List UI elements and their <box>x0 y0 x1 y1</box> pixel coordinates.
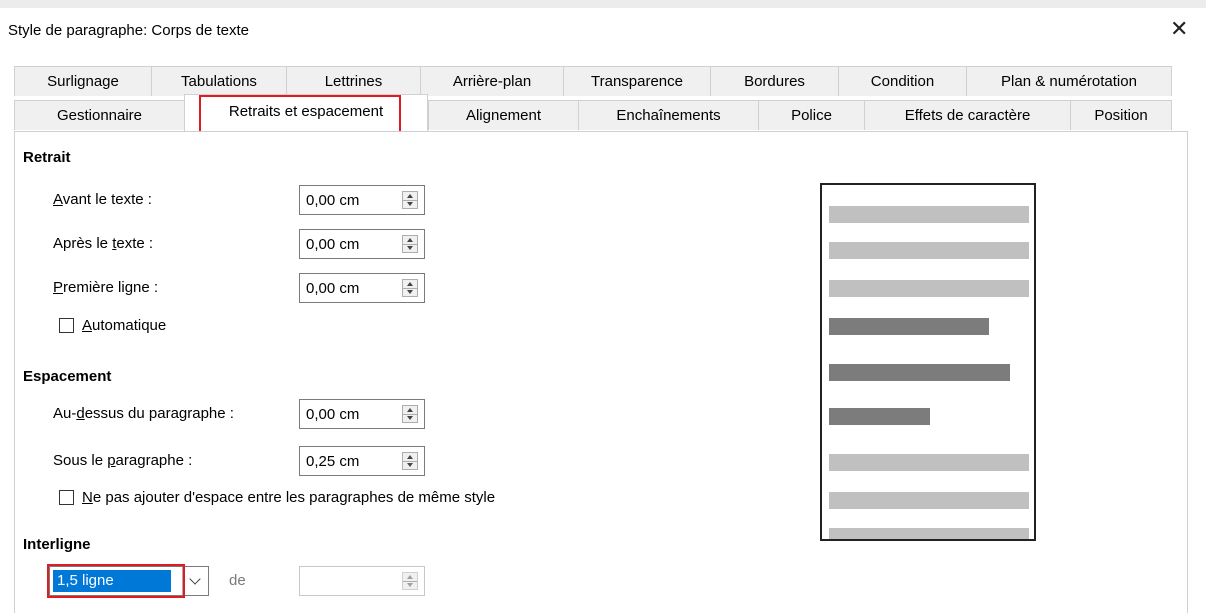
spin-buttons[interactable] <box>402 191 418 209</box>
window-top-strip <box>0 0 1206 8</box>
tab-arriere-plan[interactable]: Arrière-plan <box>420 66 563 96</box>
au-dessus-spinbox[interactable]: 0,00 cm <box>299 399 425 429</box>
label-automatique: Automatique <box>82 317 167 334</box>
interligne-de-spinbox[interactable] <box>299 566 425 596</box>
dropdown-button[interactable] <box>182 567 208 595</box>
label-apres-le-texte: Après le texte : <box>53 235 154 252</box>
interligne-highlight <box>47 564 185 598</box>
chevron-down-icon <box>189 573 201 585</box>
spin-down-icon[interactable] <box>407 290 413 294</box>
spin-up-icon[interactable] <box>407 194 413 198</box>
preview-line-next <box>829 528 1029 539</box>
label-sous-le-paragraphe: Sous le paragraphe : <box>53 452 193 469</box>
spin-up-icon[interactable] <box>407 455 413 459</box>
tab-gestionnaire[interactable]: Gestionnaire <box>14 100 184 130</box>
tab-enchainements[interactable]: Enchaînements <box>578 100 758 130</box>
tab-transparence[interactable]: Transparence <box>563 66 710 96</box>
spin-buttons[interactable] <box>402 452 418 470</box>
tab-lettrines[interactable]: Lettrines <box>286 66 420 96</box>
au-dessus-value: 0,00 cm <box>306 406 360 423</box>
tab-position[interactable]: Position <box>1070 100 1172 130</box>
tab-tabulations[interactable]: Tabulations <box>151 66 286 96</box>
preview-line-next <box>829 454 1029 471</box>
close-icon[interactable]: ✕ <box>1170 16 1188 42</box>
preview-line-current <box>829 408 930 425</box>
label-au-dessus-du-paragraphe: Au-dessus du paragraphe : <box>53 405 234 422</box>
spin-down-icon[interactable] <box>407 463 413 467</box>
tab-condition[interactable]: Condition <box>838 66 966 96</box>
sous-le-paragraphe-spinbox[interactable]: 0,25 cm <box>299 446 425 476</box>
preview-line-next <box>829 492 1029 509</box>
spin-up-icon[interactable] <box>407 282 413 286</box>
spin-buttons[interactable] <box>402 279 418 297</box>
apres-le-texte-spinbox[interactable]: 0,00 cm <box>299 229 425 259</box>
spin-up-icon[interactable] <box>407 408 413 412</box>
preview-line-current <box>829 318 989 335</box>
section-heading-interligne: Interligne <box>23 536 91 553</box>
section-heading-retrait: Retrait <box>23 149 71 166</box>
label-avant-le-texte: Avant le texte : <box>53 191 152 208</box>
apres-le-texte-value: 0,00 cm <box>306 236 360 253</box>
spin-down-icon[interactable] <box>407 246 413 250</box>
sous-le-paragraphe-value: 0,25 cm <box>306 453 360 470</box>
label-premiere-ligne: Première ligne : <box>53 279 159 296</box>
label-ne-pas-ajouter: Ne pas ajouter d'espace entre les paragr… <box>82 489 496 506</box>
preview-line-prev <box>829 280 1029 297</box>
spin-down-icon[interactable] <box>407 416 413 420</box>
title-bar: Style de paragraphe: Corps de texte ✕ <box>0 8 1206 58</box>
tab-plan-numerotation[interactable]: Plan & numérotation <box>966 66 1172 96</box>
spin-buttons[interactable] <box>402 235 418 253</box>
spin-buttons[interactable] <box>402 572 418 590</box>
ne-pas-ajouter-checkbox[interactable] <box>59 490 74 505</box>
avant-le-texte-spinbox[interactable]: 0,00 cm <box>299 185 425 215</box>
spin-down-icon[interactable] <box>407 583 413 587</box>
selected-tab-highlight <box>199 95 401 136</box>
paragraph-preview <box>820 183 1036 541</box>
tab-alignement[interactable]: Alignement <box>428 100 578 130</box>
tab-effets-caractere[interactable]: Effets de caractère <box>864 100 1070 130</box>
spin-up-icon[interactable] <box>407 238 413 242</box>
preview-line-current <box>829 364 1010 381</box>
tab-surlignage[interactable]: Surlignage <box>14 66 151 96</box>
spin-up-icon[interactable] <box>407 575 413 579</box>
preview-line-prev <box>829 206 1029 223</box>
spin-buttons[interactable] <box>402 405 418 423</box>
tab-bordures[interactable]: Bordures <box>710 66 838 96</box>
window-title: Style de paragraphe: Corps de texte <box>8 22 249 39</box>
label-de: de <box>229 572 246 589</box>
premiere-ligne-value: 0,00 cm <box>306 280 360 297</box>
tab-police[interactable]: Police <box>758 100 864 130</box>
spin-down-icon[interactable] <box>407 202 413 206</box>
preview-line-prev <box>829 242 1029 259</box>
automatique-checkbox[interactable] <box>59 318 74 333</box>
avant-le-texte-value: 0,00 cm <box>306 192 360 209</box>
premiere-ligne-spinbox[interactable]: 0,00 cm <box>299 273 425 303</box>
section-heading-espacement: Espacement <box>23 368 112 385</box>
